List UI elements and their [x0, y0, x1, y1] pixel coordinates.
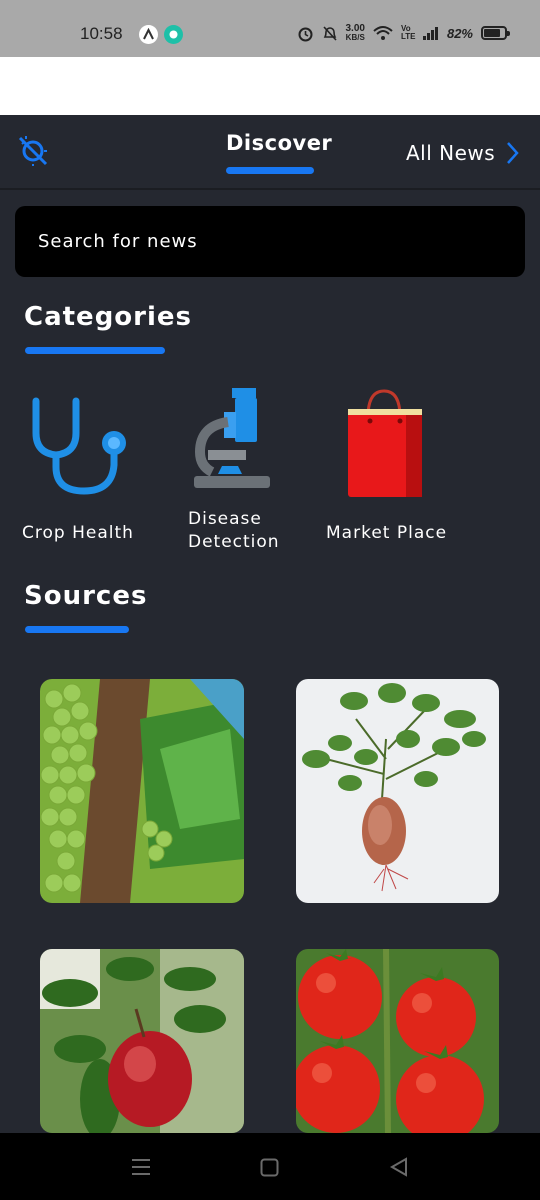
- source-tile-grapes[interactable]: [40, 679, 244, 903]
- signal-icon: [422, 27, 438, 40]
- category-crop-health[interactable]: [28, 393, 132, 501]
- home-square-icon[interactable]: [260, 1158, 279, 1177]
- sources-title: Sources: [24, 581, 148, 611]
- status-time: 10:58: [80, 24, 123, 43]
- microscope-icon: [194, 388, 270, 488]
- grapes-image: [40, 679, 244, 903]
- speed-value: 3.00: [345, 23, 365, 34]
- battery-fill: [484, 29, 501, 37]
- source-tile-tomatoes[interactable]: [296, 949, 499, 1133]
- search-input[interactable]: Search for news: [15, 206, 525, 277]
- tab-discover[interactable]: Discover: [226, 131, 332, 155]
- battery-icon: [481, 26, 510, 40]
- app-top-band: [0, 57, 540, 115]
- category-market-place[interactable]: [346, 387, 426, 503]
- categories-underline: [25, 347, 165, 354]
- speed-unit: KB/S: [345, 33, 365, 42]
- category-disease-detection[interactable]: [188, 386, 272, 494]
- search-placeholder: Search for news: [38, 231, 198, 252]
- wifi-icon: [373, 26, 393, 40]
- shopping-bag-icon: [348, 389, 422, 497]
- categories-title: Categories: [24, 302, 193, 332]
- disease-detection-label: Disease Detection: [188, 508, 280, 554]
- status-indicators: 3.00 KB/S Vo LTE 82%: [297, 23, 510, 43]
- chat-notification-icon: [164, 25, 183, 44]
- crop-health-label: Crop Health: [22, 523, 134, 543]
- source-tile-apple[interactable]: [40, 949, 244, 1133]
- bell-off-icon: [322, 25, 337, 41]
- system-nav-bar: [0, 1133, 540, 1200]
- source-tile-sweet-potato[interactable]: [296, 679, 499, 903]
- all-news-link[interactable]: All News: [406, 141, 495, 165]
- sweet-potato-image: [296, 679, 499, 903]
- chevron-right-icon[interactable]: [505, 141, 519, 169]
- sources-underline: [25, 626, 129, 633]
- theme-toggle-icon[interactable]: [17, 134, 49, 170]
- stethoscope-icon: [32, 397, 126, 495]
- network-speed: 3.00 KB/S: [345, 23, 365, 43]
- apple-image: [40, 949, 244, 1133]
- disease-detection-label-line1: Disease: [188, 509, 262, 529]
- menu-icon[interactable]: [131, 1157, 151, 1177]
- volte-badge: Vo LTE: [400, 24, 416, 41]
- tab-discover-underline: [226, 167, 314, 174]
- battery-percent: 82%: [446, 25, 473, 41]
- back-triangle-icon[interactable]: [389, 1157, 409, 1177]
- market-place-label: Market Place: [326, 523, 448, 543]
- tomatoes-image: [296, 949, 499, 1133]
- status-bar: 10:58 3.00 KB/S Vo LTE 82%: [0, 0, 540, 57]
- disease-detection-label-line2: Detection: [188, 532, 280, 552]
- app-notification-icon: [139, 25, 158, 44]
- alarm-icon: [298, 27, 312, 41]
